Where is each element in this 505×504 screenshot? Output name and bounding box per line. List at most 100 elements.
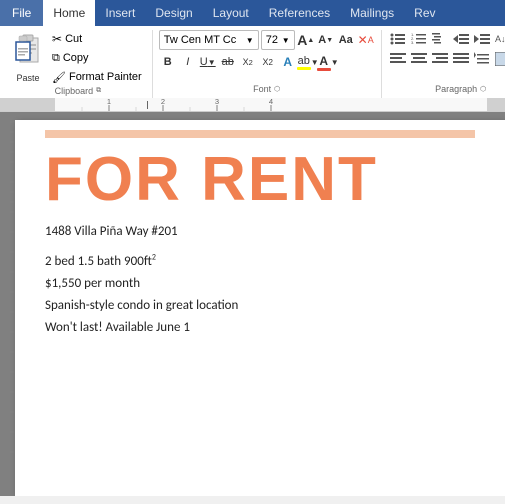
- ruler-ticks: 1 2 3 4: [55, 98, 487, 111]
- paragraph-row-1: 1.2.3. A↓Z ¶: [388, 30, 505, 48]
- format-painter-label: Format Painter: [69, 71, 142, 83]
- ribbon-tabs: File Home Insert Design Layout Reference…: [0, 0, 505, 26]
- svg-text:3.: 3.: [411, 40, 414, 45]
- text-effects-button[interactable]: A: [279, 53, 297, 71]
- address-text: 1488 Villa Piña Way #201: [45, 224, 475, 239]
- svg-text:4: 4: [269, 98, 273, 106]
- highlight-color-bar: [297, 67, 311, 70]
- align-left-button[interactable]: [388, 50, 408, 68]
- decrease-indent-button[interactable]: [451, 30, 471, 48]
- cut-button[interactable]: ✂ Cut: [48, 30, 146, 48]
- multilevel-list-button[interactable]: [430, 30, 450, 48]
- tab-design[interactable]: Design: [145, 0, 202, 26]
- clipboard-expander[interactable]: ⧉: [96, 87, 101, 95]
- font-color-arrow[interactable]: ▼: [331, 58, 339, 67]
- align-center-button[interactable]: [409, 50, 429, 68]
- page-content: FOR RENT 1488 Villa Piña Way #201 2 bed …: [15, 120, 505, 350]
- font-size-value: 72: [266, 34, 278, 46]
- paste-button[interactable]: Paste: [10, 32, 46, 85]
- paragraph-label: Paragraph ⬡: [388, 84, 505, 94]
- align-right-button[interactable]: [430, 50, 450, 68]
- document-page: FOR RENT 1488 Villa Piña Way #201 2 bed …: [15, 120, 505, 496]
- cut-icon: ✂: [52, 32, 62, 46]
- paragraph-expander[interactable]: ⬡: [480, 85, 486, 93]
- tab-references[interactable]: References: [259, 0, 340, 26]
- paragraph-row-2: [388, 50, 505, 68]
- detail-line-2: $1,550 per month: [45, 273, 475, 295]
- tab-home[interactable]: Home: [43, 0, 95, 26]
- numbering-button[interactable]: 1.2.3.: [409, 30, 429, 48]
- font-section: Tw Cen MT Cc ▼ 72 ▼ A▲ A▼ Aa ✕A B I U ▼ …: [153, 30, 382, 98]
- font-row-2: B I U ▼ ab X2 X2 A ab ▼: [159, 53, 337, 71]
- ribbon-body: Paste ✂ Cut ⧉ Copy 🖌 Format Painter Clip…: [0, 26, 505, 98]
- superscript-button[interactable]: X2: [259, 53, 277, 71]
- font-color-bar: [317, 68, 331, 71]
- underline-button[interactable]: U ▼: [199, 53, 217, 71]
- change-case-button[interactable]: Aa: [337, 31, 355, 49]
- detail-line-4: Won't last! Available June 1: [45, 317, 475, 339]
- clipboard-label: Clipboard ⧉: [10, 86, 146, 96]
- clear-formatting-button[interactable]: ✕A: [357, 31, 375, 49]
- sort-button[interactable]: A↓Z: [493, 30, 505, 48]
- details-text: 2 bed 1.5 bath 900ft2 $1,550 per month S…: [45, 251, 475, 339]
- font-color-button[interactable]: A ▼: [319, 53, 337, 71]
- tab-insert[interactable]: Insert: [95, 0, 145, 26]
- tab-mailings[interactable]: Mailings: [340, 0, 404, 26]
- line-spacing-button[interactable]: [472, 50, 492, 68]
- copy-button[interactable]: ⧉ Copy: [48, 49, 146, 67]
- grow-font-button[interactable]: A▲: [297, 31, 315, 49]
- copy-label: Copy: [63, 52, 89, 64]
- underline-arrow: ▼: [208, 58, 216, 67]
- highlight-button[interactable]: ab ▼: [299, 53, 317, 71]
- ruler-right-gray: [487, 98, 505, 111]
- for-rent-heading: FOR RENT: [45, 146, 475, 214]
- svg-text:2: 2: [161, 98, 165, 106]
- clipboard-small-buttons: ✂ Cut ⧉ Copy 🖌 Format Painter: [48, 30, 146, 86]
- clipboard-section: Paste ✂ Cut ⧉ Copy 🖌 Format Painter Clip…: [4, 30, 153, 98]
- format-painter-icon: 🖌: [52, 71, 66, 84]
- tab-review[interactable]: Rev: [404, 0, 445, 26]
- bold-button[interactable]: B: [159, 53, 177, 71]
- ruler-white-area: 1 2 3 4: [55, 98, 487, 111]
- font-inner: Tw Cen MT Cc ▼ 72 ▼ A▲ A▼ Aa ✕A B I U ▼ …: [159, 30, 375, 84]
- ruler: 1 2 3 4: [0, 98, 505, 112]
- copy-icon: ⧉: [52, 52, 60, 65]
- paragraph-section: 1.2.3. A↓Z ¶: [382, 30, 505, 98]
- font-name-value: Tw Cen MT Cc: [164, 34, 237, 46]
- font-name-dropdown[interactable]: Tw Cen MT Cc ▼: [159, 30, 259, 50]
- clipboard-inner: Paste ✂ Cut ⧉ Copy 🖌 Format Painter: [10, 30, 146, 86]
- detail-line-3: Spanish-style condo in great location: [45, 295, 475, 317]
- document-area: FOR RENT 1488 Villa Piña Way #201 2 bed …: [0, 112, 505, 496]
- format-painter-button[interactable]: 🖌 Format Painter: [48, 68, 146, 86]
- superscript: 2: [152, 253, 156, 263]
- left-margin-bar: [0, 112, 15, 496]
- font-row-1: Tw Cen MT Cc ▼ 72 ▼ A▲ A▼ Aa ✕A: [159, 30, 375, 50]
- font-size-dropdown[interactable]: 72 ▼: [261, 30, 295, 50]
- subscript-button[interactable]: X2: [239, 53, 257, 71]
- bullets-button[interactable]: [388, 30, 408, 48]
- font-name-arrow: ▼: [246, 36, 254, 45]
- justify-button[interactable]: [451, 50, 471, 68]
- tab-file[interactable]: File: [0, 0, 43, 26]
- increase-indent-button[interactable]: [472, 30, 492, 48]
- ruler-left-gray: [0, 98, 55, 111]
- cut-label: Cut: [65, 33, 82, 45]
- font-expander[interactable]: ⬡: [274, 85, 280, 93]
- svg-text:1: 1: [107, 98, 111, 106]
- font-size-arrow: ▼: [282, 36, 290, 45]
- tab-layout[interactable]: Layout: [203, 0, 259, 26]
- tab-stop-marker: [143, 98, 151, 112]
- paragraph-inner: 1.2.3. A↓Z ¶: [388, 30, 505, 84]
- font-label: Font ⬡: [159, 84, 375, 94]
- detail-line-1: 2 bed 1.5 bath 900ft2: [45, 251, 475, 273]
- strikethrough-button[interactable]: ab: [219, 53, 237, 71]
- svg-text:A↓Z: A↓Z: [495, 34, 505, 44]
- shrink-font-button[interactable]: A▼: [317, 31, 335, 49]
- margin-marks: [0, 112, 15, 496]
- highlight-bar: [45, 130, 475, 138]
- svg-text:3: 3: [215, 98, 219, 106]
- italic-button[interactable]: I: [179, 53, 197, 71]
- shading-button[interactable]: [493, 50, 505, 68]
- paste-icon: [14, 34, 42, 71]
- paste-label: Paste: [16, 73, 39, 83]
